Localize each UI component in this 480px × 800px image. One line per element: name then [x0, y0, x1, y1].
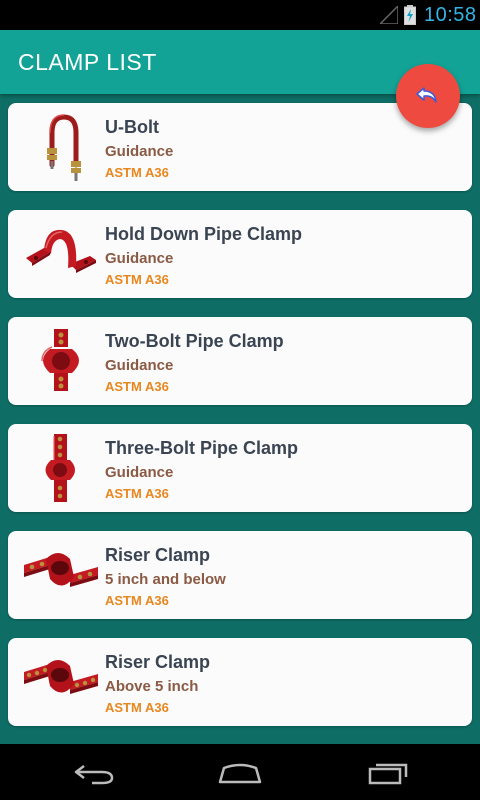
clamp-name: Two-Bolt Pipe Clamp: [105, 331, 284, 351]
status-bar: 10:58: [0, 0, 480, 30]
signal-icon: [380, 6, 398, 24]
system-nav-bar: [0, 744, 480, 800]
clamp-material: ASTM A36: [105, 379, 169, 394]
u-bolt-image: [47, 114, 81, 181]
clamp-item-three-bolt-pipe-clamp[interactable]: Three-Bolt Pipe Clamp Guidance ASTM A36: [8, 424, 472, 512]
clamp-guidance: Guidance: [105, 143, 174, 160]
battery-charging-icon: [404, 5, 416, 25]
clamp-name: Riser Clamp: [105, 652, 211, 672]
clamp-name: Three-Bolt Pipe Clamp: [105, 438, 299, 458]
clamp-material: ASTM A36: [105, 272, 169, 287]
clamp-item-riser-clamp-small[interactable]: Riser Clamp 5 inch and below ASTM A36: [8, 531, 472, 619]
clamp-size-range: 5 inch and below: [105, 571, 226, 588]
hold-down-clamp-image: [26, 229, 96, 273]
clamp-material: ASTM A36: [105, 593, 169, 608]
clamp-guidance: Guidance: [105, 250, 174, 267]
clamp-material: ASTM A36: [105, 486, 169, 501]
clamp-guidance: Guidance: [105, 464, 174, 481]
clamp-item-two-bolt-pipe-clamp[interactable]: Two-Bolt Pipe Clamp Guidance ASTM A36: [8, 317, 472, 405]
riser-clamp-image: [24, 660, 98, 694]
clamp-material: ASTM A36: [105, 165, 169, 180]
recents-icon[interactable]: [364, 758, 412, 786]
screen: 10:58 CLAMP LIST U-Bolt Guidance ASTM A3…: [0, 0, 480, 800]
clamp-name: Riser Clamp: [105, 545, 211, 565]
back-fab-button[interactable]: [396, 64, 460, 128]
clamp-item-hold-down-pipe-clamp[interactable]: Hold Down Pipe Clamp Guidance ASTM A36: [8, 210, 472, 298]
back-icon[interactable]: [70, 758, 118, 786]
status-clock: 10:58: [424, 4, 477, 26]
clamp-item-riser-clamp-large[interactable]: Riser Clamp Above 5 inch ASTM A36: [8, 638, 472, 726]
clamp-material: ASTM A36: [105, 700, 169, 715]
clamp-name: U-Bolt: [105, 117, 159, 137]
undo-back-icon: [416, 87, 437, 103]
clamp-size-range: Above 5 inch: [105, 678, 199, 695]
three-bolt-clamp-image: [45, 434, 75, 502]
clamp-list: U-Bolt Guidance ASTM A36 Hold Down Pipe …: [0, 94, 480, 744]
riser-clamp-image: [24, 553, 98, 587]
clamp-guidance: Guidance: [105, 357, 174, 374]
two-bolt-clamp-image: [41, 329, 79, 391]
home-icon[interactable]: [216, 758, 264, 786]
page-title: CLAMP LIST: [18, 49, 157, 75]
clamp-name: Hold Down Pipe Clamp: [105, 224, 303, 244]
